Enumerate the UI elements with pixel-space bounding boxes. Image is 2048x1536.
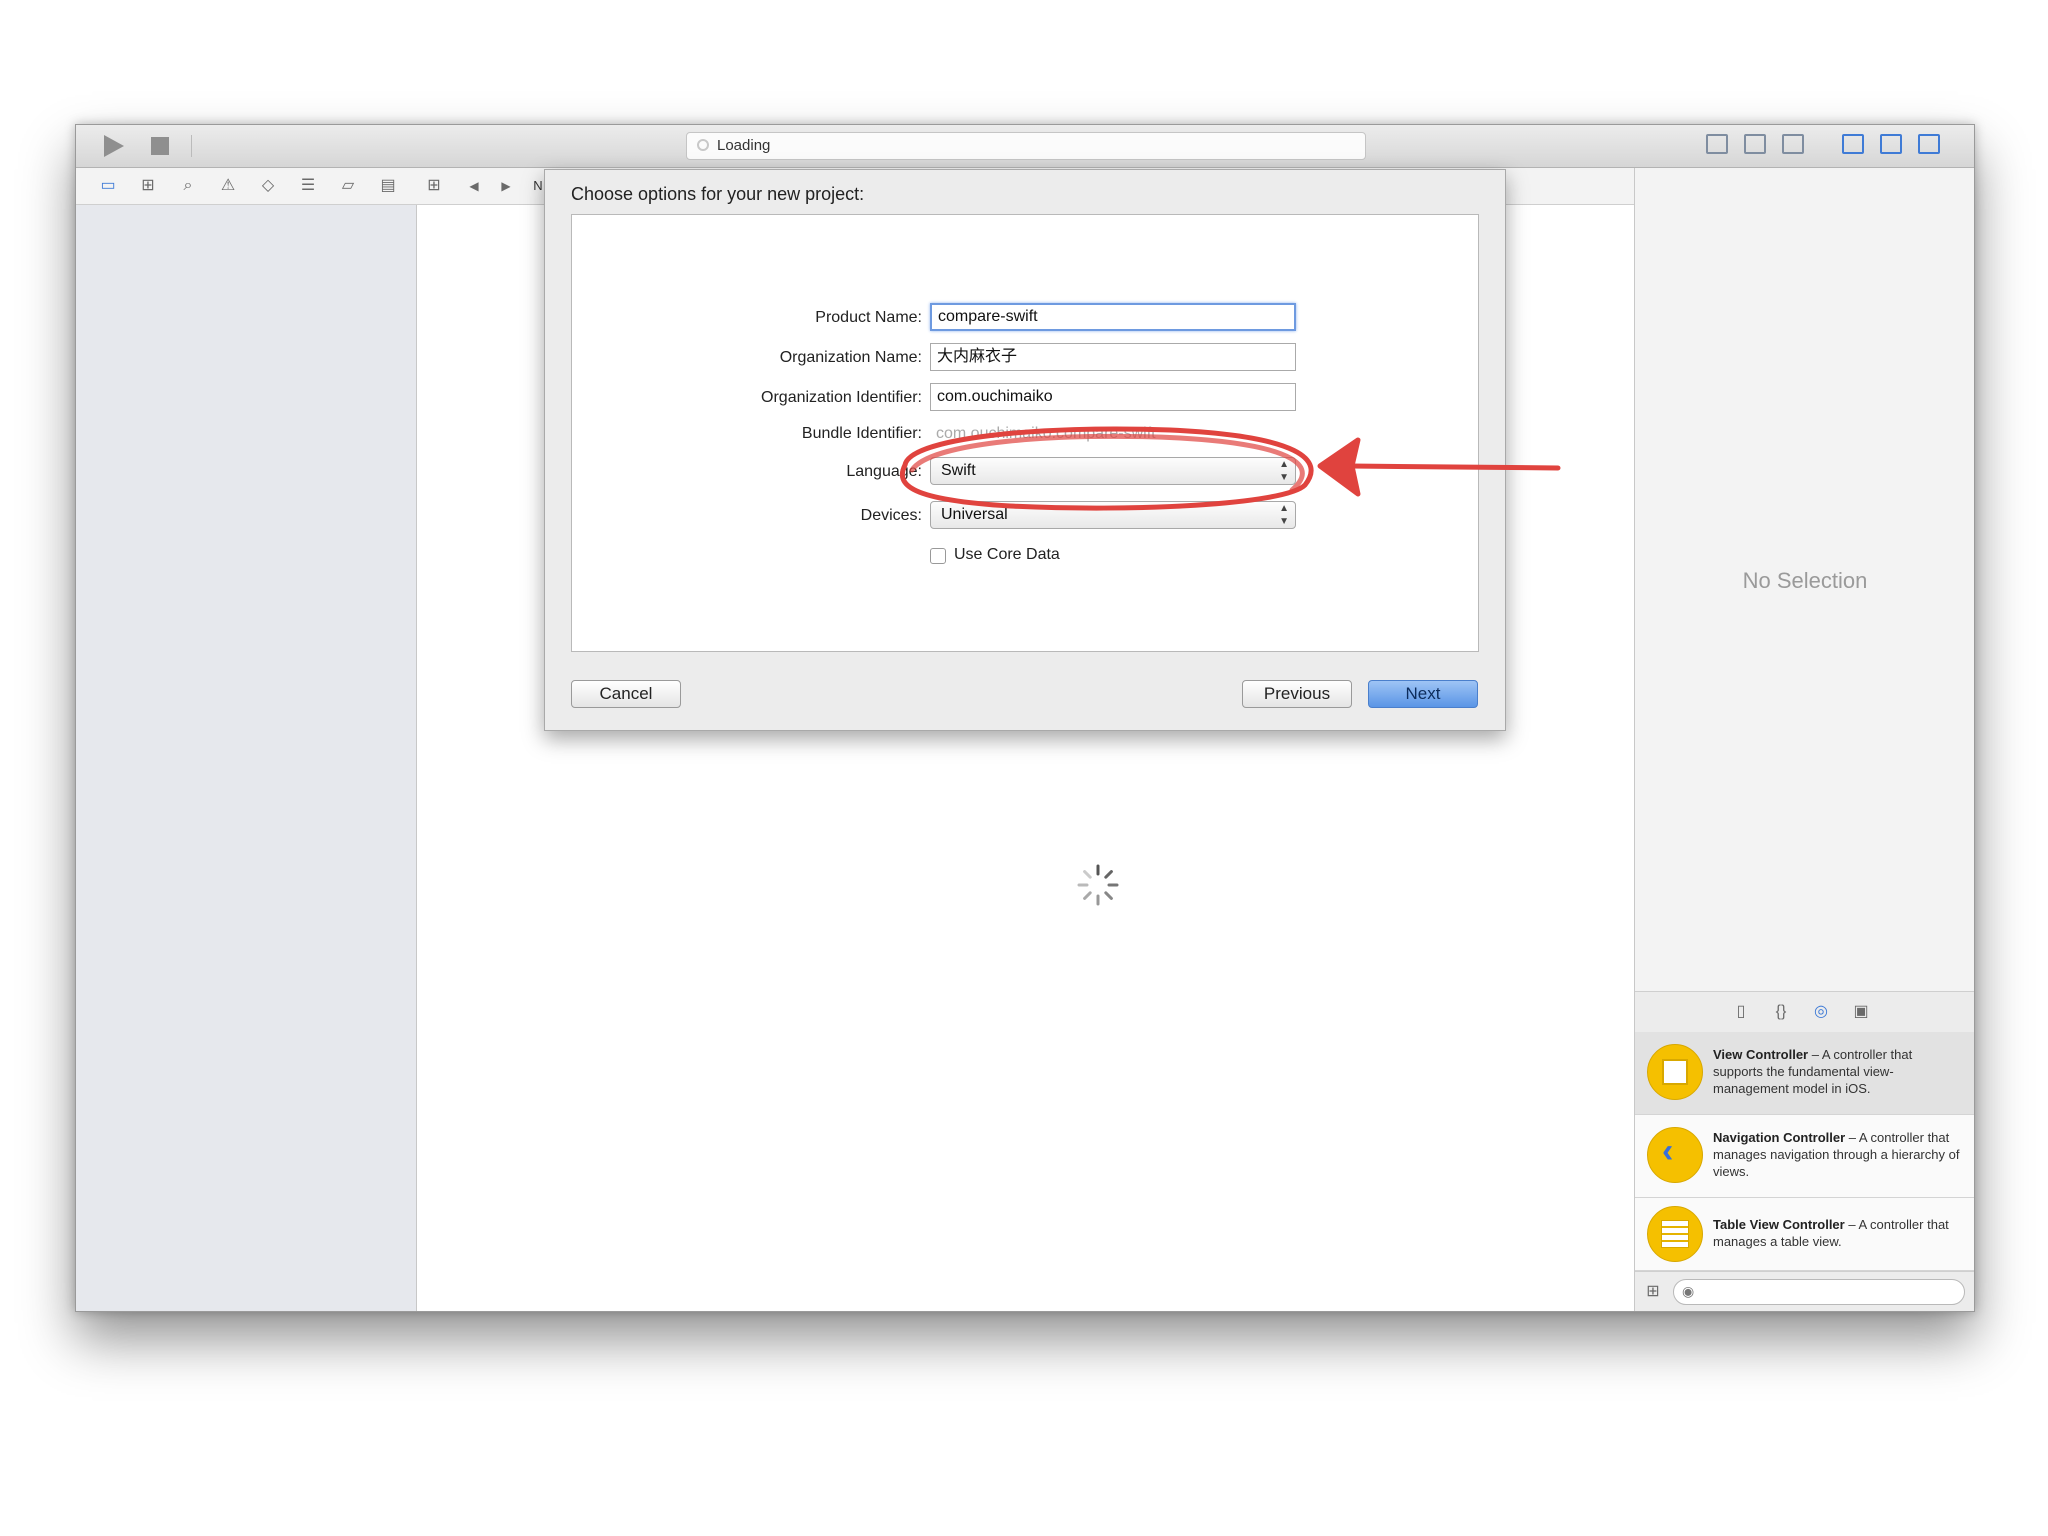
log-navigator-icon[interactable]: ▤ xyxy=(378,176,398,196)
library-item-navigation-controller[interactable]: ‹ Navigation Controller – A controller t… xyxy=(1635,1115,1974,1198)
toolbar: Loading xyxy=(76,125,1974,168)
run-button[interactable] xyxy=(104,135,124,157)
activity-viewer: Loading xyxy=(686,132,1366,160)
table-view-controller-icon xyxy=(1647,1206,1703,1262)
back-arrow-icon[interactable]: ◀ xyxy=(464,176,484,196)
assistant-editor-icon[interactable] xyxy=(1744,134,1766,154)
language-value: Swift xyxy=(941,462,976,479)
loading-spinner-icon xyxy=(1077,864,1119,906)
library-filter-bar: ⊞ ◉ xyxy=(1635,1271,1974,1311)
stop-button[interactable] xyxy=(151,137,169,155)
toggle-navigator-icon[interactable] xyxy=(1842,134,1864,154)
inspector-header xyxy=(1635,168,1974,204)
popup-arrows-icon: ▲ ▼ xyxy=(1279,459,1289,483)
test-navigator-icon[interactable]: ◇ xyxy=(258,176,278,196)
organization-identifier-label: Organization Identifier: xyxy=(761,389,922,406)
utilities-panel: No Selection ▯ {} ◎ ▣ View Controller – … xyxy=(1634,168,1974,1311)
toolbar-separator xyxy=(191,135,192,157)
no-selection-text: No Selection xyxy=(1742,568,1868,593)
toggle-utilities-icon[interactable] xyxy=(1918,134,1940,154)
object-library-icon[interactable]: ◎ xyxy=(1811,1002,1831,1022)
view-controller-icon xyxy=(1647,1044,1703,1100)
forward-arrow-icon[interactable]: ▶ xyxy=(496,176,516,196)
library-tabs: ▯ {} ◎ ▣ xyxy=(1635,991,1974,1033)
cancel-button[interactable]: Cancel xyxy=(571,680,681,708)
organization-identifier-field[interactable]: com.ouchimaiko xyxy=(930,383,1296,411)
organization-name-label: Organization Name: xyxy=(779,349,922,366)
breakpoint-navigator-icon[interactable]: ▱ xyxy=(338,176,358,196)
standard-editor-icon[interactable] xyxy=(1706,134,1728,154)
activity-text: Loading xyxy=(717,137,771,154)
product-name-label: Product Name: xyxy=(815,309,922,326)
code-snippet-icon[interactable]: {} xyxy=(1771,1002,1791,1022)
bundle-identifier-label: Bundle Identifier: xyxy=(801,425,922,442)
devices-value: Universal xyxy=(941,506,1008,523)
symbol-navigator-icon[interactable]: ⊞ xyxy=(138,176,158,196)
next-button[interactable]: Next xyxy=(1368,680,1478,708)
library-filter-input[interactable]: ◉ xyxy=(1673,1279,1965,1305)
library-item-title: Table View Controller xyxy=(1713,1217,1845,1232)
popup-arrows-icon: ▲ ▼ xyxy=(1279,503,1289,527)
navigation-controller-icon: ‹ xyxy=(1647,1127,1703,1183)
bundle-identifier-value: com.ouchimaiko.compare-swift xyxy=(936,425,1156,442)
new-project-options-sheet: Choose options for your new project: Pro… xyxy=(544,169,1506,731)
library-item-view-controller[interactable]: View Controller – A controller that supp… xyxy=(1635,1032,1974,1115)
loading-icon xyxy=(697,139,709,151)
related-items-icon[interactable]: ⊞ xyxy=(424,176,444,196)
use-core-data-label: Use Core Data xyxy=(954,546,1060,563)
sheet-title: Choose options for your new project: xyxy=(571,184,865,204)
language-popup[interactable]: Swift ▲ ▼ xyxy=(930,457,1296,485)
filter-icon: ◉ xyxy=(1682,1283,1695,1299)
issue-navigator-icon[interactable]: ⚠ xyxy=(218,176,238,196)
library-item-table-view-controller[interactable]: Table View Controller – A controller tha… xyxy=(1635,1198,1974,1271)
version-editor-icon[interactable] xyxy=(1782,134,1804,154)
media-library-icon[interactable]: ▣ xyxy=(1851,1002,1871,1022)
library-item-title: View Controller xyxy=(1713,1047,1809,1062)
organization-name-field[interactable]: 大内麻衣子 xyxy=(930,343,1296,371)
product-name-field[interactable]: compare-swift xyxy=(930,303,1296,331)
navigator-sidebar xyxy=(76,205,417,1311)
project-navigator-icon[interactable]: ▭ xyxy=(98,176,118,196)
use-core-data-checkbox[interactable] xyxy=(930,548,946,564)
debug-navigator-icon[interactable]: ☰ xyxy=(298,176,318,196)
options-form: Product Name: compare-swift Organization… xyxy=(571,214,1479,652)
view-controls xyxy=(1706,134,1956,158)
language-label: Language: xyxy=(846,463,922,480)
devices-label: Devices: xyxy=(860,507,922,524)
file-template-icon[interactable]: ▯ xyxy=(1731,1002,1751,1022)
toggle-debug-area-icon[interactable] xyxy=(1880,134,1902,154)
library-item-title: Navigation Controller xyxy=(1713,1130,1846,1145)
grid-view-icon[interactable]: ⊞ xyxy=(1643,1282,1663,1302)
devices-popup[interactable]: Universal ▲ ▼ xyxy=(930,501,1296,529)
xcode-window: Loading ▭ ⊞ ⌕ ⚠ ◇ ☰ ▱ ▤ ⊞ ◀ ▶ N ▯ ? No S… xyxy=(75,124,1975,1312)
find-navigator-icon[interactable]: ⌕ xyxy=(178,176,198,196)
previous-button[interactable]: Previous xyxy=(1242,680,1352,708)
